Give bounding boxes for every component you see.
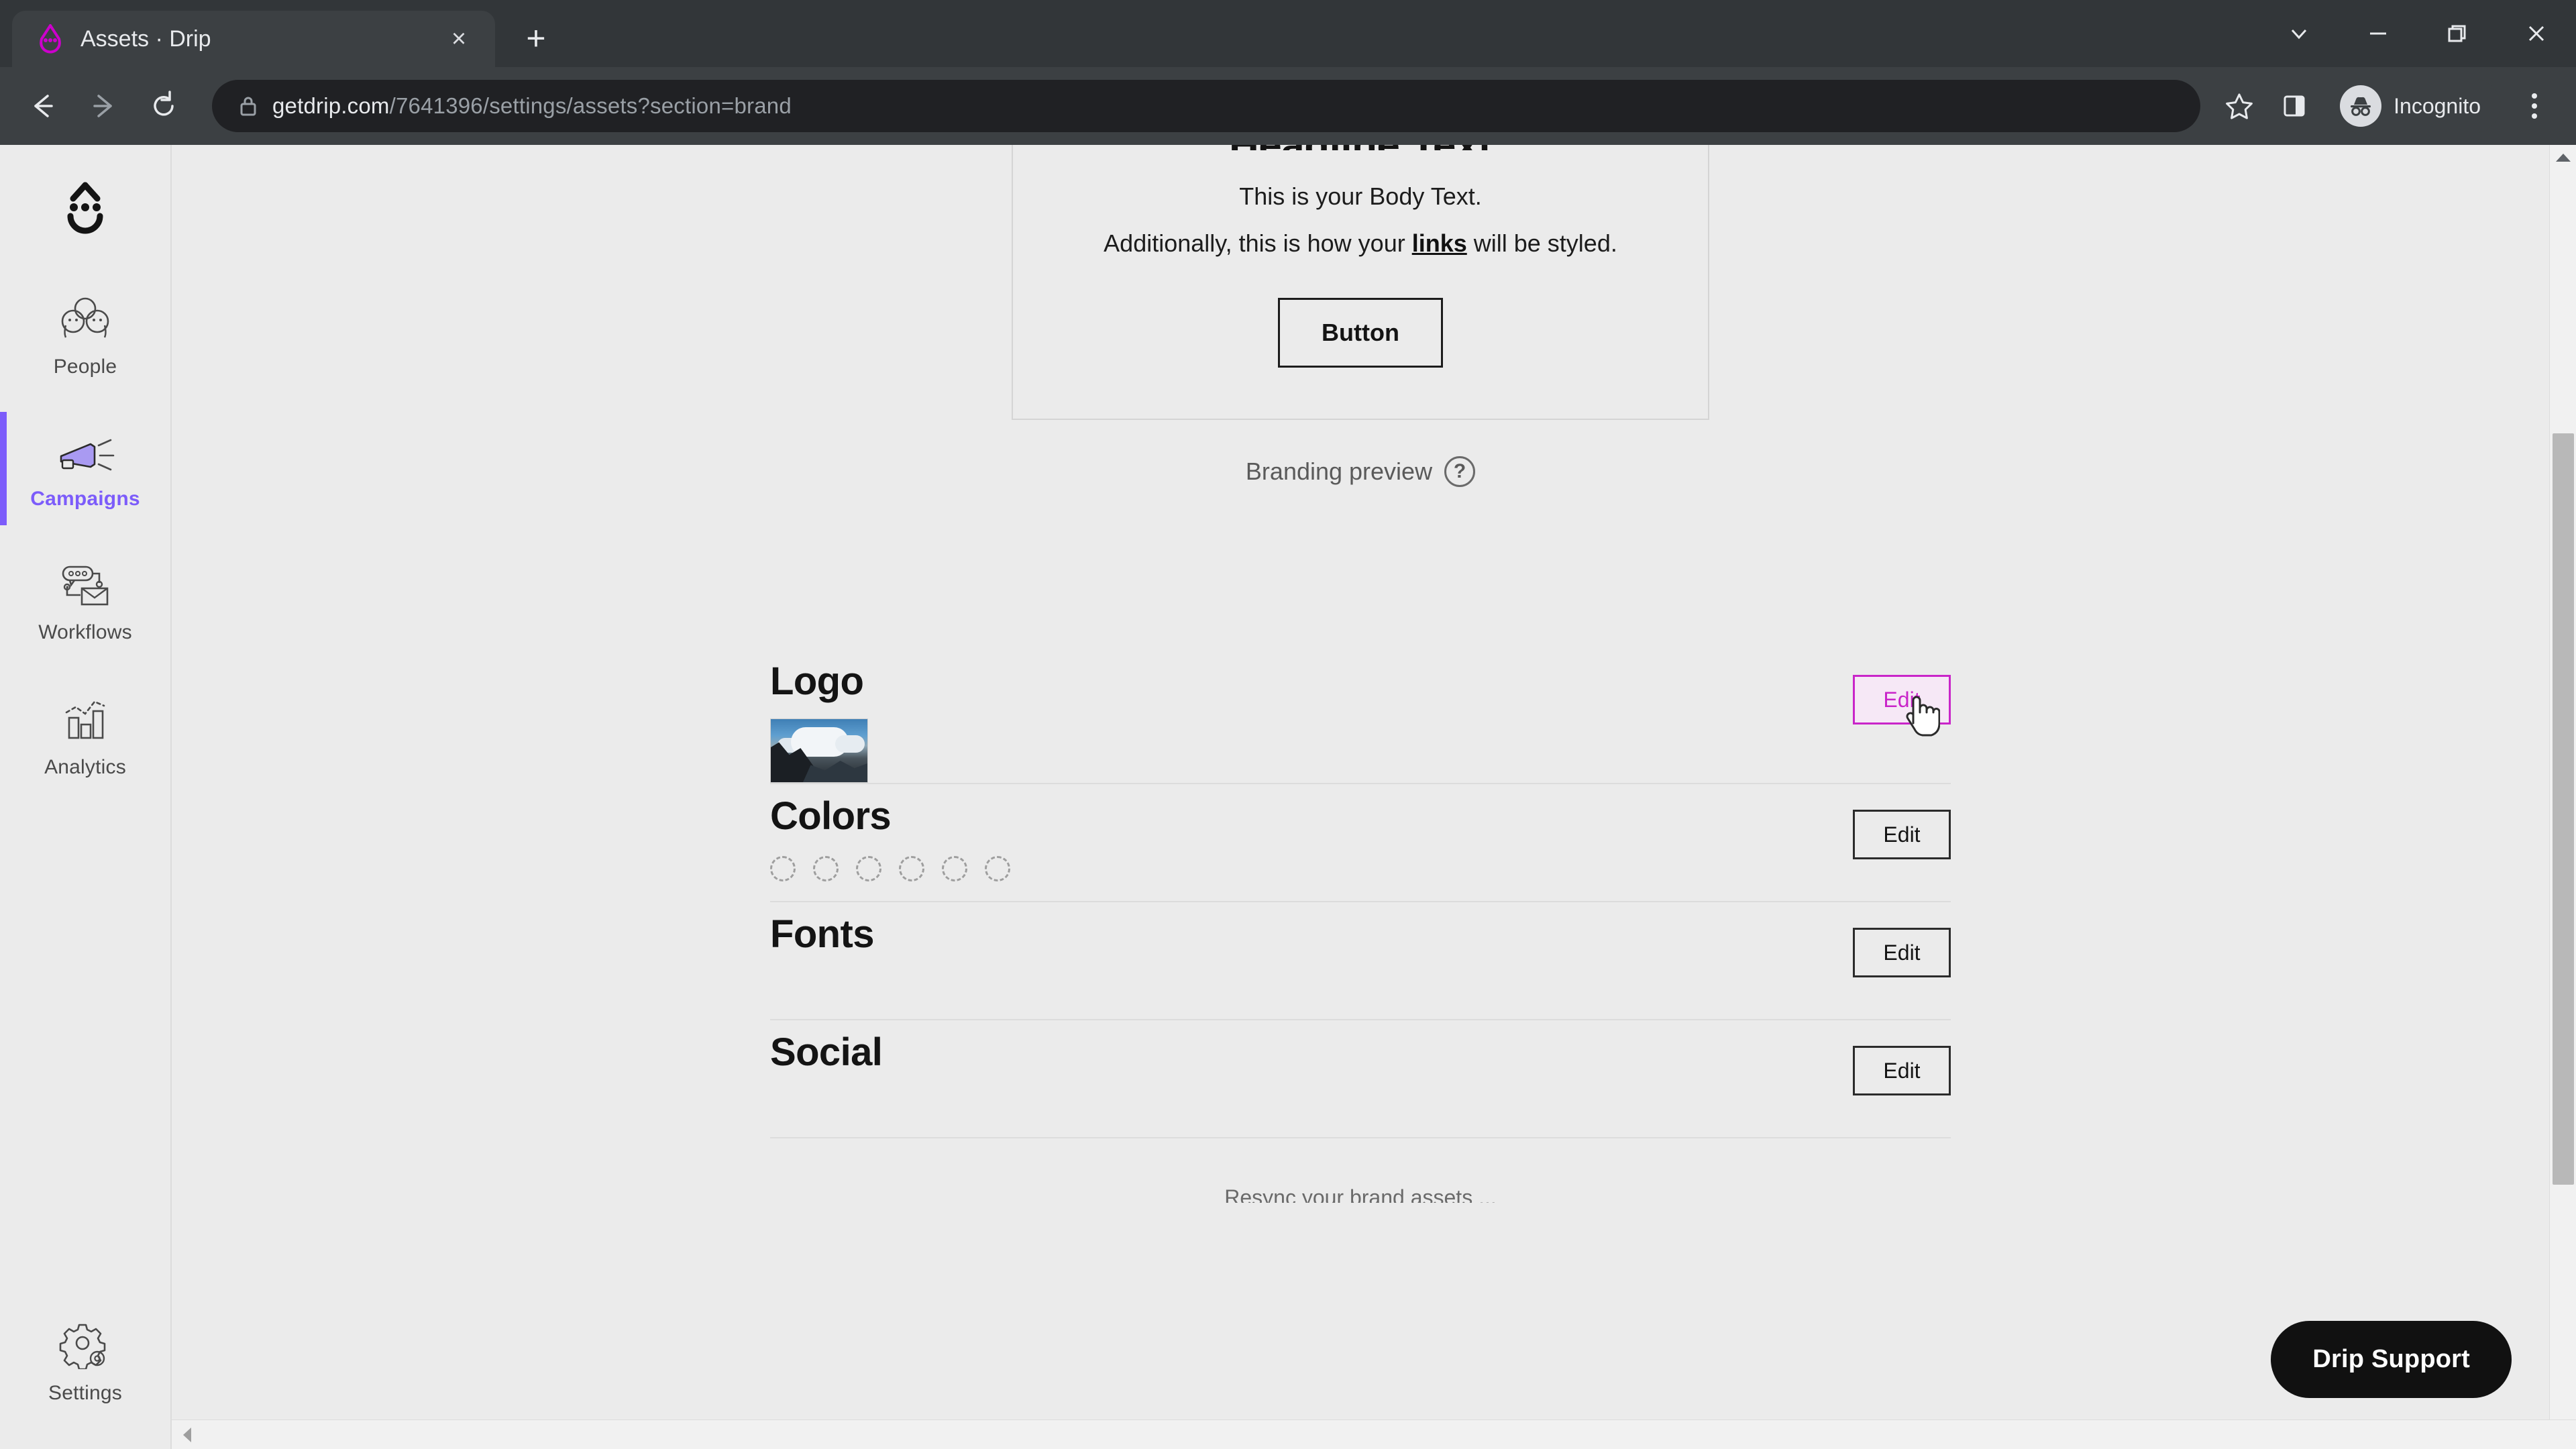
vertical-scrollbar-thumb[interactable]	[2553, 433, 2574, 1185]
preview-button[interactable]: Button	[1278, 298, 1443, 368]
preview-headline: Headline Text	[1053, 145, 1668, 150]
sidebar-item-label: Analytics	[44, 756, 126, 778]
horizontal-scrollbar[interactable]	[172, 1419, 2576, 1449]
sidebar-item-label: Workflows	[38, 621, 132, 643]
forward-icon[interactable]	[75, 78, 131, 134]
three-dot-menu-icon[interactable]	[2508, 78, 2561, 134]
address-bar[interactable]: getdrip.com/7641396/settings/assets?sect…	[212, 80, 2201, 132]
tab-close-icon[interactable]: ×	[440, 20, 478, 58]
sidebar-item-analytics[interactable]: Analytics	[0, 678, 170, 794]
sidebar-item-settings[interactable]: Settings	[0, 1302, 170, 1419]
gear-icon	[59, 1321, 111, 1373]
browser-toolbar: getdrip.com/7641396/settings/assets?sect…	[0, 67, 2576, 145]
main-content: Headline Text This is your Body Text. Ad…	[172, 145, 2576, 1449]
brand-assets-list: Logo Edit Colors Edit Fonts Edit Social …	[770, 649, 1951, 1203]
restore-icon[interactable]	[2418, 0, 2497, 67]
scrolled-content: Headline Text This is your Body Text. Ad…	[172, 145, 2549, 1243]
scroll-up-arrow-icon[interactable]	[2550, 152, 2576, 164]
color-swatch-empty[interactable]	[942, 856, 967, 881]
preview-link-prefix: Additionally, this is how your	[1104, 229, 1412, 257]
tab-search-icon[interactable]	[2259, 0, 2339, 67]
logo-thumbnail[interactable]	[770, 718, 868, 783]
page-viewport: People Campaigns Workflows Analytics Set…	[0, 145, 2576, 1449]
sidebar-item-label: Settings	[48, 1382, 122, 1404]
drip-support-button[interactable]: Drip Support	[2271, 1321, 2512, 1398]
tab-title: Assets · Drip	[80, 25, 211, 52]
color-swatch-list	[770, 856, 1853, 881]
asset-row-body: Logo	[770, 649, 1853, 783]
help-icon[interactable]: ?	[1444, 456, 1476, 487]
app-sidebar: People Campaigns Workflows Analytics Set…	[0, 145, 172, 1449]
branding-preview-label: Branding preview	[1245, 458, 1433, 485]
incognito-icon	[2340, 85, 2382, 127]
asset-title: Logo	[770, 659, 864, 703]
preview-link-sentence: Additionally, this is how your links wil…	[1053, 229, 1668, 258]
url-path: /7641396/settings/assets?section=brand	[389, 93, 792, 118]
sidebar-item-label: People	[53, 356, 117, 378]
browser-tab-assets-drip[interactable]: Assets · Drip ×	[12, 11, 495, 67]
window-controls	[2259, 0, 2576, 67]
sidebar-item-label: Campaigns	[30, 488, 140, 510]
color-swatch-empty[interactable]	[899, 856, 924, 881]
sidebar-item-campaigns[interactable]: Campaigns	[0, 412, 170, 525]
color-swatch-empty[interactable]	[856, 856, 881, 881]
preview-link-suffix: will be styled.	[1466, 229, 1617, 257]
browser-window: Assets · Drip × + getdrip.com/7641396/se…	[0, 0, 2576, 1449]
asset-title: Colors	[770, 794, 892, 838]
asset-row-colors: Colors Edit	[770, 784, 1951, 902]
asset-title: Fonts	[770, 912, 874, 956]
asset-row-body: Colors	[770, 784, 1853, 881]
color-swatch-empty[interactable]	[813, 856, 839, 881]
address-bar-url: getdrip.com/7641396/settings/assets?sect…	[272, 93, 792, 119]
asset-row-social: Social Edit	[770, 1020, 1951, 1138]
scroll-left-arrow-icon[interactable]	[181, 1426, 193, 1444]
preview-body-text: This is your Body Text.	[1239, 182, 1482, 210]
asset-title: Social	[770, 1030, 883, 1074]
url-domain: getdrip.com	[272, 93, 390, 118]
bar-chart-icon	[58, 696, 112, 747]
minimize-icon[interactable]	[2339, 0, 2418, 67]
tab-strip: Assets · Drip × +	[0, 0, 2576, 67]
color-swatch-empty[interactable]	[985, 856, 1010, 881]
toolbar-right-cluster: Incognito	[2266, 78, 2561, 134]
preview-link[interactable]: links	[1412, 229, 1467, 257]
asset-row-fonts: Fonts Edit	[770, 902, 1951, 1020]
reload-icon[interactable]	[136, 78, 192, 134]
bookmark-star-icon[interactable]	[2212, 91, 2266, 121]
drip-droplet-favicon	[35, 23, 66, 54]
asset-row-logo: Logo Edit	[770, 649, 1951, 784]
people-icon	[56, 296, 114, 346]
sidebar-item-workflows[interactable]: Workflows	[0, 544, 170, 659]
edit-logo-button[interactable]: Edit	[1853, 675, 1951, 724]
edit-colors-button[interactable]: Edit	[1853, 810, 1951, 859]
lock-icon	[231, 93, 266, 119]
workflow-icon	[56, 563, 114, 612]
drip-logo[interactable]	[53, 174, 117, 242]
branding-preview-caption: Branding preview ?	[172, 456, 2549, 487]
color-swatch-empty[interactable]	[770, 856, 796, 881]
incognito-label: Incognito	[2394, 93, 2481, 118]
megaphone-icon	[54, 431, 116, 478]
resync-brand-assets-link[interactable]: Resync your brand assets ...	[770, 1185, 1951, 1203]
new-tab-button[interactable]: +	[513, 15, 559, 62]
close-icon[interactable]	[2497, 0, 2576, 67]
sidebar-item-people[interactable]: People	[0, 277, 170, 393]
incognito-profile-chip[interactable]: Incognito	[2333, 79, 2501, 133]
vertical-scrollbar[interactable]	[2549, 145, 2576, 1419]
edit-fonts-button[interactable]: Edit	[1853, 928, 1951, 977]
side-panel-icon[interactable]	[2266, 78, 2322, 134]
asset-row-body: Social	[770, 1020, 1853, 1075]
branding-preview-card: Headline Text This is your Body Text. Ad…	[1012, 145, 1709, 420]
asset-row-body: Fonts	[770, 902, 1853, 957]
back-icon[interactable]	[15, 78, 71, 134]
edit-social-button[interactable]: Edit	[1853, 1046, 1951, 1095]
